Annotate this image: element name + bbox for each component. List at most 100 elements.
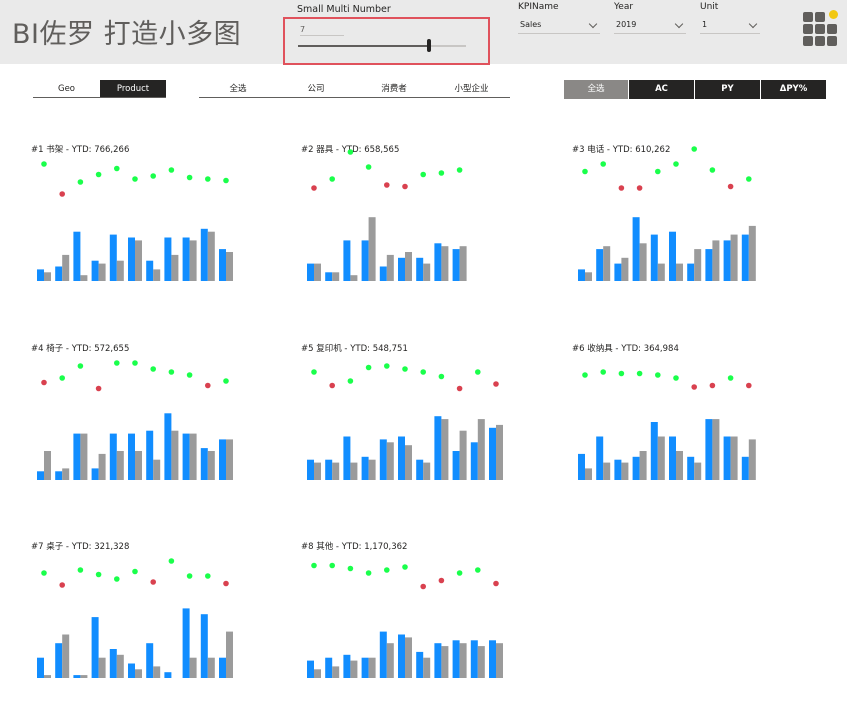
- bar-ac-c8-m4[interactable]: [361, 657, 369, 678]
- bar-py-c3-m4[interactable]: [639, 243, 647, 281]
- bar-ac-c4-m8[interactable]: [164, 413, 172, 480]
- bar-py-c6-m2[interactable]: [603, 462, 611, 480]
- delta-dot-c4-m2[interactable]: [59, 375, 65, 381]
- bar-py-c5-m2[interactable]: [332, 462, 340, 480]
- bar-ac-c8-m1[interactable]: [307, 660, 314, 678]
- bar-ac-c8-m6[interactable]: [398, 634, 405, 679]
- bar-ac-c3-m7[interactable]: [687, 263, 695, 281]
- delta-dot-c4-m8[interactable]: [168, 369, 175, 375]
- delta-dot-c2-m6[interactable]: [402, 183, 408, 190]
- delta-dot-c3-m9[interactable]: [727, 183, 734, 190]
- bar-py-c2-m4[interactable]: [368, 217, 376, 281]
- bar-py-c1-m8[interactable]: [171, 254, 179, 281]
- bar-py-c5-m6[interactable]: [405, 445, 412, 480]
- bar-ac-c7-m10[interactable]: [200, 614, 208, 678]
- delta-dot-c6-m5[interactable]: [655, 372, 661, 378]
- bar-py-c7-m3[interactable]: [80, 675, 88, 678]
- delta-dot-c3-m5[interactable]: [655, 168, 661, 175]
- bar-ac-c4-m9[interactable]: [182, 433, 190, 480]
- delta-dot-c7-m8[interactable]: [168, 558, 175, 564]
- bar-py-c5-m10[interactable]: [477, 419, 485, 480]
- bar-ac-c4-m10[interactable]: [200, 448, 208, 480]
- bar-ac-c6-m10[interactable]: [741, 456, 749, 480]
- bar-py-c4-m3[interactable]: [80, 433, 88, 480]
- bar-ac-c3-m6[interactable]: [669, 231, 676, 281]
- bar-py-c4-m7[interactable]: [153, 459, 161, 480]
- delta-dot-c8-m6[interactable]: [402, 564, 408, 570]
- delta-dot-c2-m5[interactable]: [384, 182, 390, 188]
- delta-dot-c8-m9[interactable]: [456, 570, 463, 576]
- delta-dot-c8-m1[interactable]: [311, 562, 317, 569]
- bar-ac-c4-m6[interactable]: [128, 433, 135, 480]
- bar-py-c4-m4[interactable]: [98, 453, 106, 480]
- delta-dot-c6-m10[interactable]: [746, 382, 752, 389]
- bar-py-c3-m1[interactable]: [585, 272, 592, 281]
- bar-py-c7-m1[interactable]: [44, 675, 51, 678]
- bar-ac-c5-m2[interactable]: [325, 459, 333, 480]
- bar-py-c8-m11[interactable]: [496, 643, 503, 678]
- bar-ac-c6-m6[interactable]: [669, 436, 676, 481]
- bar-py-c7-m4[interactable]: [98, 657, 106, 678]
- delta-dot-c1-m1[interactable]: [41, 161, 47, 167]
- bar-py-c8-m3[interactable]: [350, 660, 358, 678]
- bar-ac-c7-m2[interactable]: [55, 643, 63, 678]
- delta-dot-c7-m2[interactable]: [59, 582, 65, 588]
- bar-py-c2-m6[interactable]: [405, 252, 412, 281]
- bar-py-c1-m5[interactable]: [116, 260, 124, 281]
- delta-dot-c4-m4[interactable]: [95, 385, 102, 392]
- bar-py-c3-m3[interactable]: [621, 257, 629, 281]
- bar-ac-c1-m1[interactable]: [37, 269, 44, 281]
- bar-ac-c8-m10[interactable]: [470, 640, 478, 678]
- delta-dot-c7-m7[interactable]: [150, 579, 156, 585]
- bar-ac-c7-m4[interactable]: [91, 617, 99, 678]
- delta-dot-c6-m6[interactable]: [673, 375, 679, 381]
- bar-py-c6-m5[interactable]: [657, 436, 665, 481]
- bar-ac-c5-m9[interactable]: [452, 451, 460, 480]
- bar-py-c7-m2[interactable]: [62, 634, 70, 679]
- bar-py-c1-m9[interactable]: [189, 240, 197, 281]
- bar-py-c8-m8[interactable]: [441, 646, 449, 678]
- delta-dot-c3-m3[interactable]: [618, 185, 625, 191]
- delta-dot-c8-m7[interactable]: [420, 583, 427, 590]
- delta-dot-c6-m7[interactable]: [691, 384, 697, 390]
- bar-ac-c6-m2[interactable]: [596, 436, 604, 481]
- bar-ac-c6-m4[interactable]: [632, 456, 640, 480]
- bar-py-c1-m4[interactable]: [98, 263, 106, 281]
- bar-ac-c5-m1[interactable]: [307, 459, 314, 480]
- bar-py-c5-m8[interactable]: [441, 419, 449, 480]
- bar-ac-c8-m9[interactable]: [452, 640, 460, 678]
- delta-dot-c7-m5[interactable]: [114, 576, 120, 582]
- bar-ac-c1-m8[interactable]: [164, 237, 172, 282]
- bar-py-c7-m7[interactable]: [153, 666, 161, 678]
- bar-ac-c3-m2[interactable]: [596, 249, 604, 281]
- bar-py-c5-m11[interactable]: [496, 424, 503, 480]
- bar-ac-c7-m3[interactable]: [73, 675, 81, 678]
- bar-py-c4-m8[interactable]: [171, 430, 179, 480]
- bar-py-c4-m10[interactable]: [207, 451, 215, 480]
- bar-ac-c4-m3[interactable]: [73, 433, 81, 480]
- bar-ac-c7-m6[interactable]: [128, 663, 135, 679]
- bar-py-c1-m10[interactable]: [207, 231, 215, 281]
- bar-py-c5-m4[interactable]: [368, 459, 376, 480]
- bar-ac-c5-m5[interactable]: [379, 439, 387, 480]
- bar-ac-c8-m8[interactable]: [434, 643, 442, 678]
- delta-dot-c1-m11[interactable]: [223, 177, 229, 184]
- bar-ac-c2-m5[interactable]: [379, 266, 387, 282]
- bar-ac-c1-m9[interactable]: [182, 237, 190, 282]
- delta-dot-c6-m1[interactable]: [582, 372, 588, 378]
- bar-py-c7-m10[interactable]: [207, 657, 215, 678]
- delta-dot-c4-m3[interactable]: [77, 363, 84, 369]
- bar-py-c1-m11[interactable]: [226, 252, 233, 281]
- bar-py-c8-m7[interactable]: [423, 657, 431, 678]
- delta-dot-c6-m2[interactable]: [600, 369, 606, 375]
- delta-dot-c1-m8[interactable]: [168, 167, 175, 173]
- delta-dot-c2-m4[interactable]: [365, 164, 372, 170]
- bar-ac-c2-m2[interactable]: [325, 272, 333, 281]
- bar-ac-c7-m5[interactable]: [109, 649, 117, 678]
- delta-dot-c7-m4[interactable]: [95, 571, 102, 578]
- delta-dot-c6-m4[interactable]: [636, 370, 643, 377]
- bar-ac-c1-m3[interactable]: [73, 231, 81, 281]
- bar-ac-c5-m3[interactable]: [343, 436, 351, 481]
- bar-ac-c8-m5[interactable]: [379, 631, 387, 678]
- bar-py-c1-m2[interactable]: [62, 254, 70, 281]
